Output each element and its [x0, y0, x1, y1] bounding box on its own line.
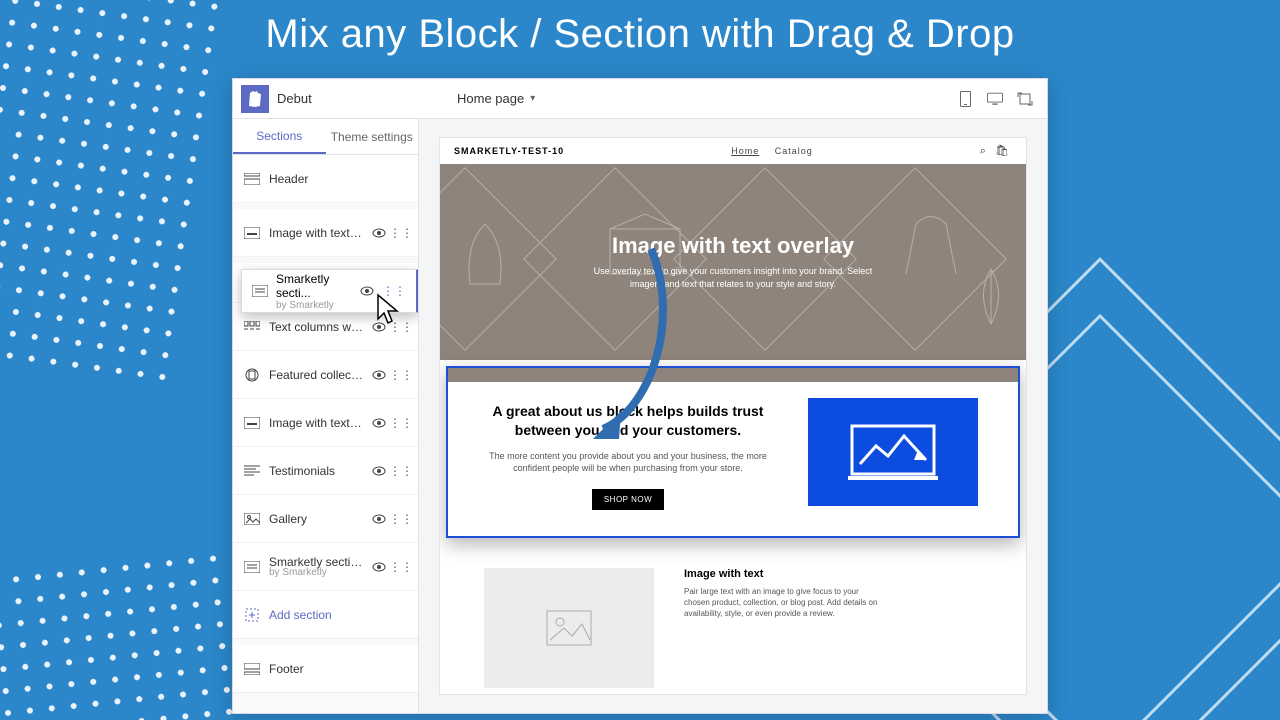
shop-now-button[interactable]: SHOP NOW — [592, 489, 664, 510]
tab-sections[interactable]: Sections — [233, 119, 326, 154]
drag-handle-icon[interactable]: ⋮⋮ — [394, 512, 408, 526]
about-block: A great about us block helps builds trus… — [446, 366, 1020, 538]
add-section-button[interactable]: Add section — [233, 591, 418, 639]
image-overlay-icon — [243, 414, 261, 432]
drag-arrow-icon — [591, 239, 671, 459]
imgtext-subtitle: Pair large text with an image to give fo… — [684, 586, 884, 620]
sections-sidebar: Sections Theme settings Header Image wit… — [233, 119, 419, 713]
section-gallery[interactable]: Gallery ⋮⋮ — [233, 495, 418, 543]
section-smarketly[interactable]: Smarketly sections by Smarketly ⋮⋮ — [233, 543, 418, 591]
search-icon[interactable]: ⌕ — [980, 145, 989, 157]
dragging-label: Smarketly secti... by Smarketly — [276, 272, 352, 311]
site-tools: ⌕ 🛍 — [980, 144, 1012, 158]
footer-icon — [243, 660, 261, 678]
hero-decorations — [440, 164, 1026, 360]
section-label: Header — [269, 172, 408, 186]
visibility-icon[interactable] — [372, 512, 386, 526]
smarketly-icon — [252, 285, 268, 297]
cart-icon[interactable]: 🛍 — [995, 145, 1012, 157]
site-brand: SMARKETLY-TEST-10 — [454, 146, 564, 156]
drag-handle-icon[interactable]: ⋮⋮ — [394, 416, 408, 430]
device-toggles — [957, 91, 1047, 107]
chevron-down-icon: ▾ — [530, 93, 535, 104]
collection-icon — [243, 366, 261, 384]
mobile-view-icon[interactable] — [957, 91, 973, 107]
section-label: Testimonials — [269, 464, 364, 478]
gallery-icon — [243, 510, 261, 528]
page-selector[interactable]: Home page ▾ — [457, 91, 535, 106]
visibility-icon[interactable] — [372, 226, 386, 240]
site-preview: SMARKETLY-TEST-10 Home Catalog ⌕ 🛍 — [439, 137, 1027, 695]
slide-title: Mix any Block / Section with Drag & Drop — [0, 12, 1280, 57]
nav-catalog[interactable]: Catalog — [775, 146, 813, 156]
drag-handle-icon[interactable]: ⋮⋮ — [394, 226, 408, 240]
section-label: Footer — [269, 662, 408, 676]
plus-icon — [243, 606, 261, 624]
page-selector-label: Home page — [457, 91, 524, 106]
about-image — [808, 398, 978, 506]
decorative-dots-bottom — [0, 547, 240, 720]
smarketly-icon — [243, 558, 261, 576]
shopify-icon — [241, 85, 269, 113]
drag-handle-icon[interactable]: ⋮⋮ — [394, 560, 408, 574]
visibility-icon[interactable] — [372, 464, 386, 478]
preview-pane: SMARKETLY-TEST-10 Home Catalog ⌕ 🛍 — [419, 119, 1047, 713]
section-label: Featured collection — [269, 368, 364, 382]
section-image-overlay-2[interactable]: Image with text ov... ⋮⋮ — [233, 399, 418, 447]
image-placeholder — [484, 568, 654, 688]
section-footer[interactable]: Footer — [233, 645, 418, 693]
image-overlay-icon — [243, 224, 261, 242]
section-featured-collection[interactable]: Featured collection ⋮⋮ — [233, 351, 418, 399]
fullwidth-view-icon[interactable] — [1017, 91, 1033, 107]
theme-name: Debut — [277, 91, 427, 106]
section-label: Gallery — [269, 512, 364, 526]
section-label: Text columns with i... — [269, 320, 364, 334]
section-label: Smarketly sections by Smarketly — [269, 555, 364, 578]
section-label: Image with text ov... — [269, 226, 364, 240]
site-header: SMARKETLY-TEST-10 Home Catalog ⌕ 🛍 — [440, 138, 1026, 164]
section-image-overlay[interactable]: Image with text ov... ⋮⋮ — [233, 209, 418, 257]
section-header[interactable]: Header — [233, 155, 418, 203]
drag-handle-icon[interactable]: ⋮⋮ — [394, 464, 408, 478]
decorative-dots-top — [0, 0, 227, 393]
header-icon — [243, 170, 261, 188]
section-label: Image with text ov... — [269, 416, 364, 430]
visibility-icon[interactable] — [372, 416, 386, 430]
image-with-text-section: Image with text Pair large text with an … — [440, 544, 1026, 695]
desktop-view-icon[interactable] — [987, 91, 1003, 107]
add-section-label: Add section — [269, 608, 408, 622]
section-testimonials[interactable]: Testimonials ⋮⋮ — [233, 447, 418, 495]
nav-home[interactable]: Home — [731, 146, 759, 156]
testimonials-icon — [243, 462, 261, 480]
hero-section: Image with text overlay Use overlay text… — [440, 164, 1026, 360]
imgtext-title: Image with text — [684, 568, 884, 580]
visibility-icon[interactable] — [372, 368, 386, 382]
columns-icon — [243, 318, 261, 336]
tab-theme-settings[interactable]: Theme settings — [326, 119, 419, 154]
drag-handle-icon[interactable]: ⋮⋮ — [394, 368, 408, 382]
editor-window: Debut Home page ▾ Sections Theme setting… — [232, 78, 1048, 714]
visibility-icon[interactable] — [360, 286, 374, 296]
visibility-icon[interactable] — [372, 560, 386, 574]
cursor-icon — [375, 293, 403, 327]
top-bar: Debut Home page ▾ — [233, 79, 1047, 119]
site-nav: Home Catalog — [564, 146, 980, 156]
section-list: Header Image with text ov... ⋮⋮ Image wi… — [233, 155, 418, 713]
